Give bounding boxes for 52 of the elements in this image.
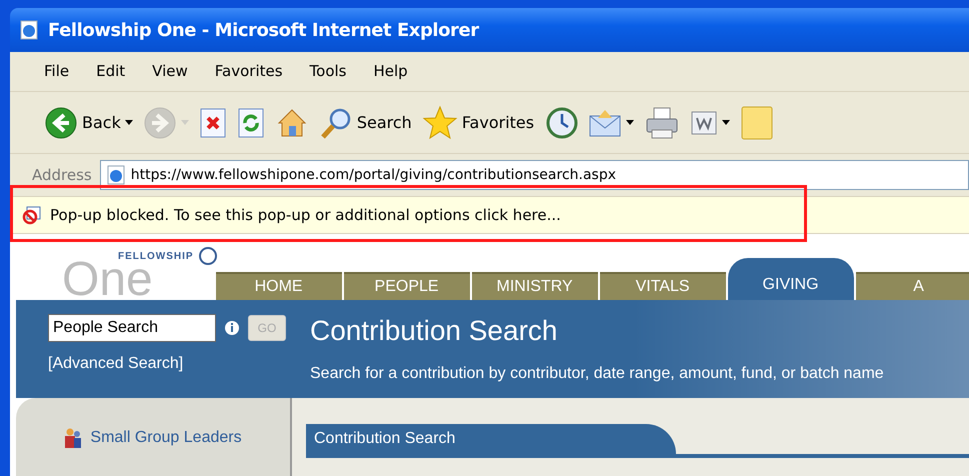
advanced-search-link[interactable]: [Advanced Search] [48, 352, 296, 376]
dropdown-caret-icon [722, 120, 730, 125]
toolbar-button[interactable] [690, 108, 730, 136]
page-description: Search for a contribution by contributor, date range, amount, fund, or batch name [310, 364, 884, 384]
nav-tab[interactable]: PEOPLE [344, 272, 470, 300]
browser-logo-icon [18, 19, 40, 41]
dropdown-caret-icon [626, 120, 634, 125]
page-icon [104, 164, 127, 186]
toolbar-button[interactable] [544, 106, 578, 140]
toolbar-button[interactable] [198, 106, 227, 138]
stop-icon [198, 106, 227, 138]
nav-tab[interactable]: VITALS [600, 272, 726, 300]
dropdown-caret-icon [124, 120, 133, 125]
toolbar-button[interactable]: Search [318, 106, 412, 140]
nav-tab[interactable]: A [856, 272, 969, 300]
document-icon [690, 108, 718, 136]
toolbar-button[interactable] [236, 106, 265, 138]
menu-item[interactable]: Help [374, 60, 408, 83]
refresh-icon [236, 106, 265, 138]
blocked-icon [22, 205, 42, 225]
sticky-note-icon [740, 104, 774, 140]
logo-badge-icon [198, 246, 218, 266]
dropdown-caret-icon [180, 120, 189, 125]
address-label: Address [32, 164, 92, 186]
page-title: Contribution Search [310, 314, 558, 348]
menu-item[interactable]: Edit [96, 60, 126, 83]
info-bar[interactable]: Pop-up blocked. To see this pop-up or additional options click here... [10, 196, 969, 234]
toolbar-button[interactable] [644, 106, 680, 140]
people-icon [64, 427, 82, 449]
nav-tab[interactable]: HOME [216, 272, 342, 300]
nav-tab[interactable]: MINISTRY [472, 272, 598, 300]
menu-item[interactable]: View [152, 60, 188, 83]
logo-wordmark: One [62, 260, 153, 300]
window-title: Fellowship One - Microsoft Internet Explorer [48, 18, 479, 42]
nav-tab[interactable]: GIVING [728, 258, 854, 300]
envelope-icon [588, 108, 622, 138]
clock-icon [544, 106, 578, 140]
printer-icon [644, 106, 680, 140]
address-field[interactable]: https://www.fellowshipone.com/portal/giving/contributionsearch.aspx [100, 160, 969, 190]
menu-item[interactable]: File [44, 60, 70, 83]
address-url: https://www.fellowshipone.com/portal/giving/contributionsearch.aspx [130, 167, 616, 183]
menu-item[interactable]: Tools [310, 60, 346, 83]
people-search-field[interactable]: People Search [48, 314, 216, 342]
info-icon [224, 320, 240, 336]
toolbar-button[interactable] [588, 108, 634, 138]
star-icon [422, 104, 458, 140]
sidebar-link[interactable]: Small Group Leaders [90, 426, 242, 450]
menu-item[interactable]: Favorites [214, 60, 283, 83]
logo-tagline: FELLOWSHIP [118, 250, 194, 262]
toolbar-button[interactable]: Back [44, 106, 133, 140]
toolbar-button[interactable]: Favorites [422, 104, 534, 140]
info-bar-message: Pop-up blocked. To see this pop-up or additional options click here... [50, 204, 561, 226]
